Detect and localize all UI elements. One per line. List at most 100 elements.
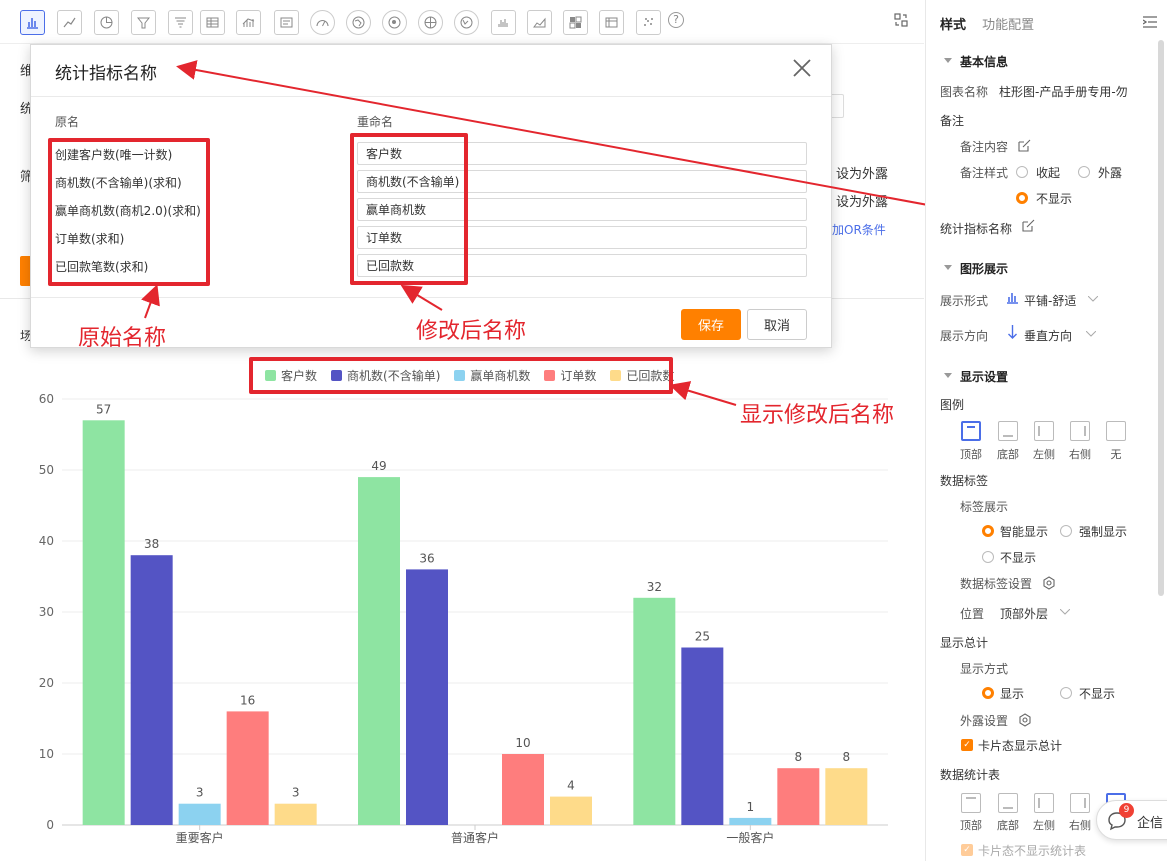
area-chart-icon[interactable] [527,10,552,35]
legend-left-button[interactable] [1034,421,1054,441]
pie-chart-icon[interactable] [94,10,119,35]
close-icon[interactable] [791,57,813,79]
bar [777,768,820,825]
table-left-button[interactable] [1034,793,1054,813]
table-right-button[interactable] [1070,793,1090,813]
expose-settings-label: 外露设置 [960,714,1009,728]
legend-top-button[interactable] [961,421,981,441]
funnel-icon[interactable] [131,10,156,35]
data-label: 8 [843,750,851,764]
y-tick-label: 0 [46,818,54,832]
map-icon[interactable] [346,10,371,35]
y-tick-label: 10 [39,747,54,761]
data-label: 4 [567,779,575,793]
radio-show-total[interactable] [982,687,994,699]
chevron-down-icon[interactable] [1086,331,1096,337]
radio-no-display[interactable] [982,551,994,563]
tab-style[interactable]: 样式 [940,18,966,33]
bar [82,420,125,825]
edit-icon[interactable] [1018,139,1031,152]
legend-position-label: 顶部 [960,448,982,461]
data-label: 1 [747,800,755,814]
heatmap-icon[interactable] [563,10,588,35]
chat-widget[interactable]: 9 企信 [1096,800,1167,840]
card-icon[interactable] [274,10,299,35]
pivot-table-icon[interactable] [599,10,624,35]
help-icon[interactable]: ? [668,12,684,28]
bar [178,803,221,825]
chart-name-label: 图表名称 [940,85,989,99]
geo-map-icon[interactable] [382,10,407,35]
bar-chart: 0 10 20 30 40 50 60 57 38 3 16 3 重要客户 49 36 10 4 普通客户 32 25… [39,392,888,845]
original-name-header: 原名 [55,115,80,129]
radio-smart-display-label: 智能显示 [1000,525,1049,539]
data-label: 36 [419,551,434,565]
gear-icon[interactable] [1042,576,1056,590]
legend-position-label: 底部 [997,448,1019,461]
bar [681,647,724,825]
original-name-annotation: 原始名称 [78,326,167,351]
data-label: 10 [515,736,530,750]
settings-panel: 样式 功能配置 基本信息 图表名称 柱形图-产品手册专用-勿 备注 备注内容 备… [925,0,1167,861]
checkbox-card-hide-table[interactable]: ✓ [961,844,973,856]
expose-option[interactable]: 设为外露 [836,163,888,182]
radio-hide-label: 不显示 [1036,192,1073,206]
column-mini-icon[interactable] [491,10,516,35]
legend-setting-label: 图例 [940,398,965,412]
bar [274,803,317,825]
legend-bottom-button[interactable] [998,421,1018,441]
line-chart-icon[interactable] [57,10,82,35]
y-tick-label: 30 [39,605,54,619]
table-position-label: 右侧 [1069,819,1091,832]
bar [130,555,173,825]
radio-expose[interactable] [1078,166,1090,178]
table-top-button[interactable] [961,793,981,813]
collapse-panel-icon[interactable] [1143,16,1157,28]
globe-icon[interactable] [418,10,443,35]
radio-force-display[interactable] [1060,525,1072,537]
display-direction-value[interactable]: 垂直方向 [1024,327,1072,344]
chevron-down-icon[interactable] [1060,609,1070,615]
table-bottom-button[interactable] [998,793,1018,813]
expose-option[interactable]: 设为外露 [836,191,888,210]
chart-type-toolbar [0,0,924,44]
remark-content-label: 备注内容 [960,140,1009,154]
scatter-icon[interactable] [636,10,661,35]
cancel-button[interactable]: 取消 [747,309,807,340]
data-label: 32 [647,580,662,594]
bar [729,817,772,825]
position-value[interactable]: 顶部外层 [1000,605,1048,622]
radio-force-display-label: 强制显示 [1079,525,1128,539]
dialog-title: 统计指标名称 [55,64,157,84]
save-button[interactable]: 保存 [681,309,741,340]
table-icon[interactable] [200,10,225,35]
gauge-icon[interactable] [310,10,335,35]
radio-no-display-label: 不显示 [1000,551,1037,565]
radio-collapse[interactable] [1016,166,1028,178]
data-label: 3 [196,786,204,800]
display-form-value[interactable]: 平铺-舒适 [1024,292,1076,309]
chevron-down-icon[interactable] [1088,296,1098,302]
world-icon[interactable] [454,10,479,35]
swap-icon[interactable] [893,12,909,28]
edit-icon[interactable] [1022,219,1035,232]
radio-collapse-label: 收起 [1036,166,1061,180]
legend-none-button[interactable] [1106,421,1126,441]
gear-icon[interactable] [1018,713,1032,727]
checkbox-card-show-total[interactable]: ✓ [961,739,973,751]
combo-chart-icon[interactable] [236,10,261,35]
funnel-alt-icon[interactable] [168,10,193,35]
x-tick-label: 重要客户 [176,830,224,845]
y-tick-label: 60 [39,392,54,406]
panel-scrollbar[interactable] [1158,40,1164,596]
radio-smart-display[interactable] [982,525,994,537]
radio-show-total-label: 显示 [1000,687,1025,701]
chart-name-value[interactable]: 柱形图-产品手册专用-勿 [999,83,1149,100]
radio-hide[interactable] [1016,192,1028,204]
radio-hide-total[interactable] [1060,687,1072,699]
bar [226,711,269,825]
bar-chart-icon[interactable] [20,10,45,35]
bar [633,597,676,825]
tab-function-config[interactable]: 功能配置 [982,18,1034,33]
legend-right-button[interactable] [1070,421,1090,441]
